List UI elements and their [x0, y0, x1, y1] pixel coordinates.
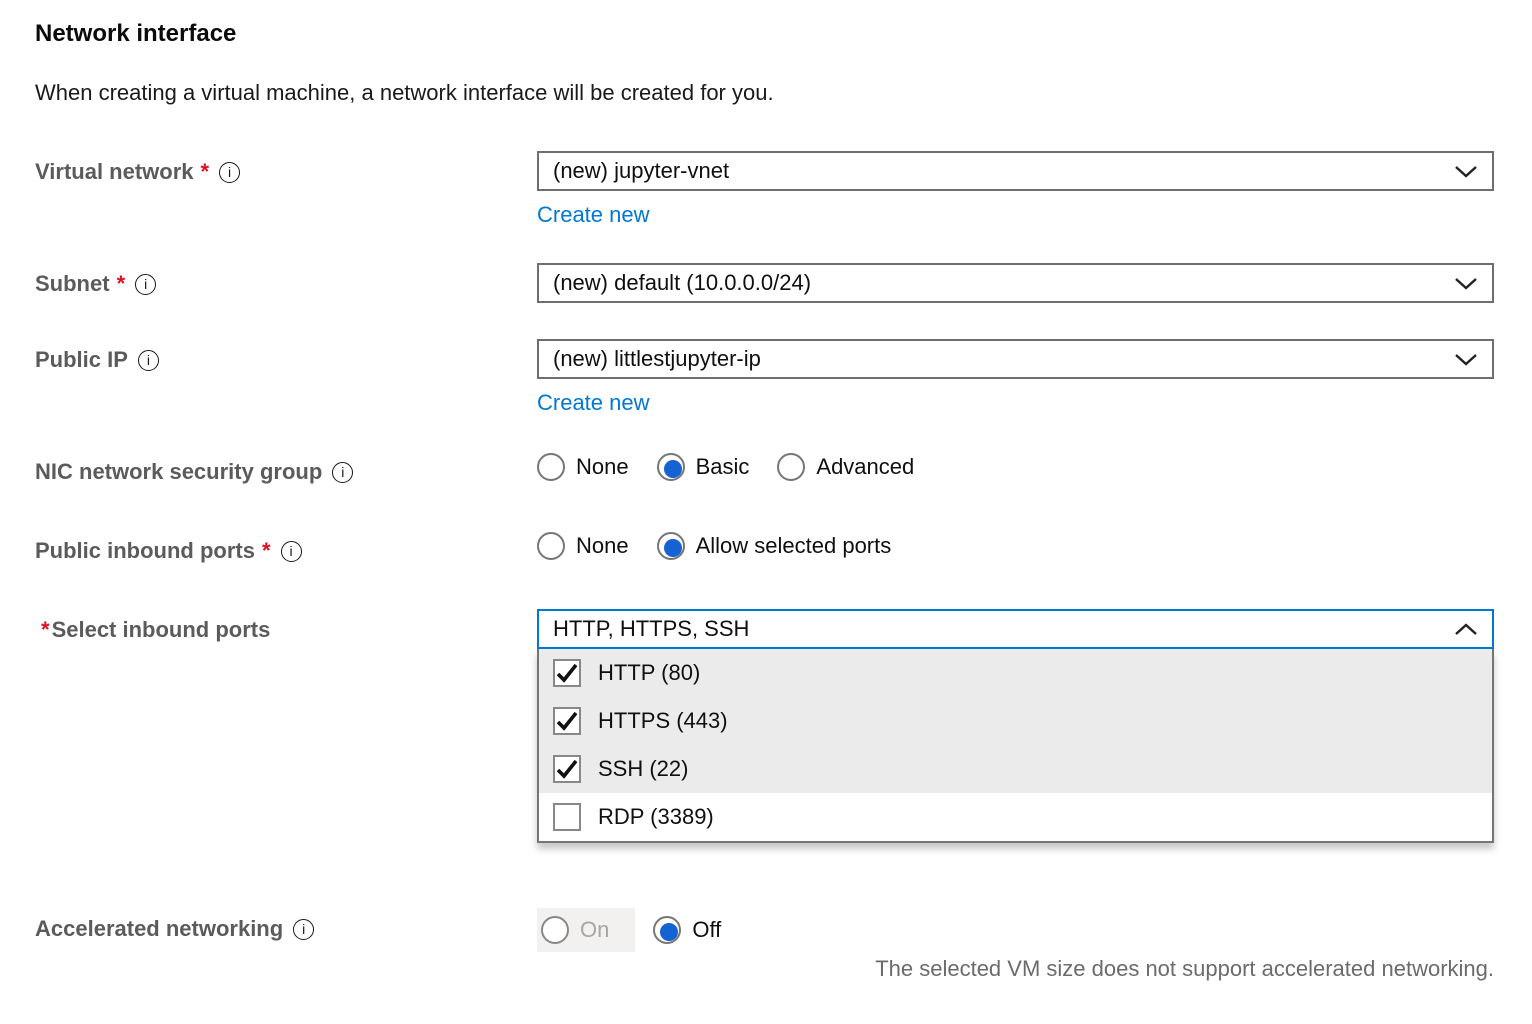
required-asterisk: * — [201, 158, 210, 186]
inbound-port-option-https[interactable]: HTTPS (443) — [539, 697, 1492, 745]
info-icon[interactable]: i — [293, 919, 314, 940]
public-inbound-ports-radio-group: None Allow selected ports — [537, 530, 1494, 562]
accelerated-networking-row: Accelerated networking i On Off The sele… — [35, 908, 1494, 982]
subnet-label: Subnet* i — [35, 270, 156, 298]
subnet-row: Subnet* i (new) default (10.0.0.0/24) — [35, 263, 1494, 303]
accelerated-networking-toggle: On Off — [537, 908, 1494, 952]
nic-nsg-option-advanced[interactable]: Advanced — [777, 451, 914, 483]
virtual-network-row: Virtual network* i (new) jupyter-vnet Cr… — [35, 151, 1494, 228]
required-asterisk: * — [41, 616, 50, 644]
public-ip-dropdown[interactable]: (new) littlestjupyter-ip — [537, 339, 1494, 379]
info-icon[interactable]: i — [219, 162, 240, 183]
public-inbound-ports-row: Public inbound ports* i None Allow selec… — [35, 530, 1494, 565]
public-ip-row: Public IP i (new) littlestjupyter-ip Cre… — [35, 339, 1494, 416]
radio-button-disabled-icon — [541, 916, 569, 944]
virtual-network-create-new-link[interactable]: Create new — [537, 202, 650, 228]
network-interface-section: Network interface When creating a virtua… — [0, 0, 1532, 982]
select-inbound-ports-row: *Select inbound ports HTTP, HTTPS, SSH H… — [35, 609, 1494, 843]
info-icon[interactable]: i — [281, 541, 302, 562]
nic-nsg-option-basic[interactable]: Basic — [657, 451, 750, 483]
radio-button-icon — [537, 532, 565, 560]
public-ip-value: (new) littlestjupyter-ip — [553, 346, 1442, 372]
public-inbound-ports-label: Public inbound ports* i — [35, 537, 302, 565]
nic-nsg-option-none[interactable]: None — [537, 451, 629, 483]
virtual-network-label: Virtual network* i — [35, 158, 240, 186]
info-icon[interactable]: i — [332, 462, 353, 483]
chevron-down-icon — [1454, 353, 1478, 366]
required-asterisk: * — [117, 270, 126, 298]
inbound-port-option-ssh[interactable]: SSH (22) — [539, 745, 1492, 793]
radio-button-selected-icon — [653, 916, 681, 944]
accelerated-networking-label: Accelerated networking i — [35, 915, 314, 943]
select-inbound-ports-value: HTTP, HTTPS, SSH — [553, 616, 1442, 642]
checkbox-checked-icon — [553, 659, 581, 687]
checkbox-checked-icon — [553, 755, 581, 783]
select-inbound-ports-dropdown[interactable]: HTTP, HTTPS, SSH — [537, 609, 1494, 649]
accelerated-networking-option-on: On — [537, 908, 635, 952]
inbound-port-option-rdp[interactable]: RDP (3389) — [539, 793, 1492, 841]
inbound-ports-option-list: HTTP (80) HTTPS (443) SSH (22) RDP — [537, 649, 1494, 843]
chevron-down-icon — [1454, 277, 1478, 290]
public-ip-label: Public IP i — [35, 346, 159, 374]
accelerated-networking-option-off[interactable]: Off — [653, 914, 721, 946]
select-inbound-ports-label: *Select inbound ports — [41, 616, 270, 644]
nic-nsg-radio-group: None Basic Advanced — [537, 451, 1494, 483]
required-asterisk: * — [262, 537, 271, 565]
accelerated-networking-note: The selected VM size does not support ac… — [537, 955, 1494, 982]
public-ip-create-new-link[interactable]: Create new — [537, 390, 650, 416]
nic-nsg-label: NIC network security group i — [35, 458, 353, 486]
subnet-value: (new) default (10.0.0.0/24) — [553, 270, 1442, 296]
virtual-network-value: (new) jupyter-vnet — [553, 158, 1442, 184]
virtual-network-dropdown[interactable]: (new) jupyter-vnet — [537, 151, 1494, 191]
checkbox-unchecked-icon — [553, 803, 581, 831]
inbound-port-option-http[interactable]: HTTP (80) — [539, 649, 1492, 697]
public-inbound-ports-option-allow[interactable]: Allow selected ports — [657, 530, 892, 562]
chevron-up-icon — [1454, 623, 1478, 636]
public-inbound-ports-option-none[interactable]: None — [537, 530, 629, 562]
radio-button-icon — [777, 453, 805, 481]
radio-button-icon — [537, 453, 565, 481]
nic-nsg-row: NIC network security group i None Basic … — [35, 451, 1494, 486]
radio-button-selected-icon — [657, 453, 685, 481]
info-icon[interactable]: i — [135, 274, 156, 295]
subnet-dropdown[interactable]: (new) default (10.0.0.0/24) — [537, 263, 1494, 303]
info-icon[interactable]: i — [138, 350, 159, 371]
section-description: When creating a virtual machine, a netwo… — [35, 80, 1494, 106]
radio-button-selected-icon — [657, 532, 685, 560]
chevron-down-icon — [1454, 165, 1478, 178]
checkbox-checked-icon — [553, 707, 581, 735]
section-title: Network interface — [35, 20, 1494, 48]
